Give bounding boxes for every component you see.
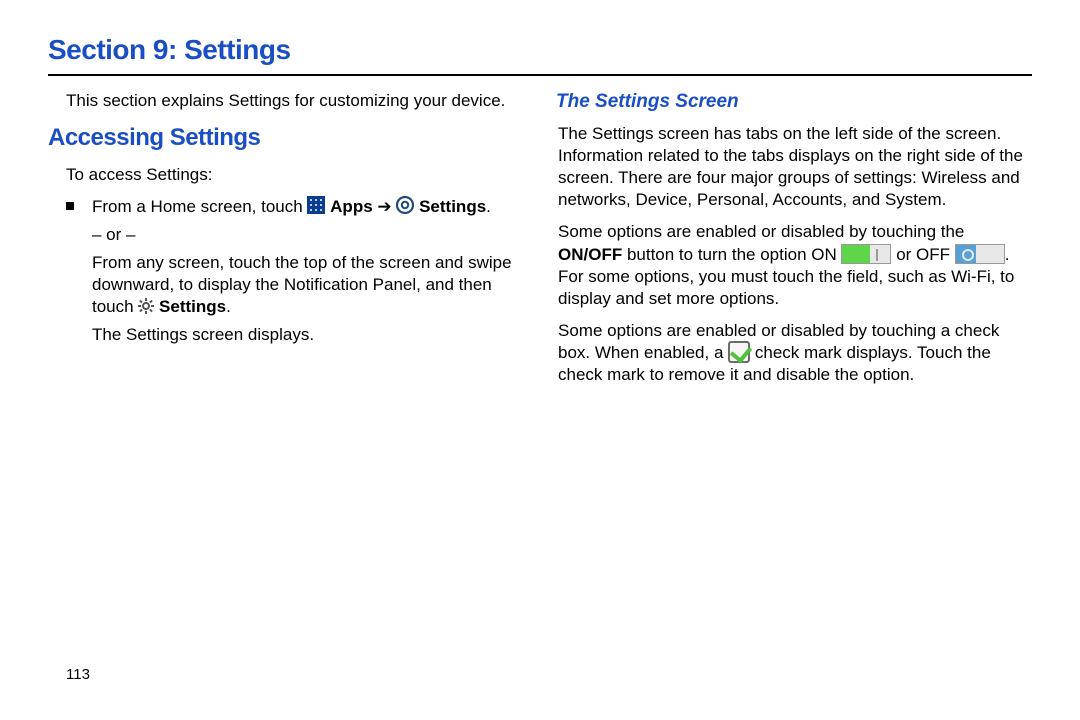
or-text: – or – bbox=[92, 224, 526, 246]
any-screen-text: From any screen, touch the top of the sc… bbox=[92, 253, 512, 316]
onoff-mid1: button to turn the option ON bbox=[622, 245, 841, 264]
bullet-square-icon bbox=[66, 202, 74, 210]
bullet-item: From a Home screen, touch Apps ➔ Setting… bbox=[48, 196, 526, 353]
apps-grid-icon bbox=[307, 196, 325, 214]
onoff-label: ON/OFF bbox=[558, 245, 622, 264]
right-column: The Settings Screen The Settings screen … bbox=[554, 90, 1032, 396]
onoff-mid2: or OFF bbox=[896, 245, 955, 264]
settings-label-2: Settings bbox=[159, 297, 226, 316]
settings-label: Settings bbox=[419, 197, 486, 216]
two-column-layout: This section explains Settings for custo… bbox=[48, 90, 1032, 396]
para-onoff: Some options are enabled or disabled by … bbox=[554, 221, 1032, 309]
from-any-screen-line: From any screen, touch the top of the sc… bbox=[92, 252, 526, 318]
accessing-settings-heading: Accessing Settings bbox=[48, 122, 526, 153]
apps-label: Apps bbox=[330, 197, 373, 216]
period-2: . bbox=[226, 297, 231, 316]
from-home-line: From a Home screen, touch Apps ➔ Setting… bbox=[92, 196, 526, 218]
intro-text: This section explains Settings for custo… bbox=[48, 90, 526, 112]
left-column: This section explains Settings for custo… bbox=[48, 90, 526, 396]
para-tabs: The Settings screen has tabs on the left… bbox=[554, 123, 1032, 211]
para-checkbox: Some options are enabled or disabled by … bbox=[554, 320, 1032, 387]
settings-screen-heading: The Settings Screen bbox=[554, 90, 1032, 115]
period: . bbox=[486, 197, 491, 216]
from-home-prefix: From a Home screen, touch bbox=[92, 197, 307, 216]
onoff-pre: Some options are enabled or disabled by … bbox=[558, 222, 964, 241]
settings-ring-icon bbox=[396, 196, 414, 214]
checkbox-checked-icon bbox=[728, 341, 750, 363]
lead-text: To access Settings: bbox=[48, 164, 526, 186]
toggle-off-icon bbox=[955, 244, 1005, 264]
page-title: Section 9: Settings bbox=[48, 32, 1032, 76]
page-number: 113 bbox=[66, 665, 90, 685]
bullet-content: From a Home screen, touch Apps ➔ Setting… bbox=[92, 196, 526, 353]
gear-icon bbox=[138, 298, 154, 314]
screen-displays-text: The Settings screen displays. bbox=[92, 324, 526, 346]
arrow-text: ➔ bbox=[377, 197, 396, 216]
toggle-on-icon bbox=[841, 244, 891, 264]
